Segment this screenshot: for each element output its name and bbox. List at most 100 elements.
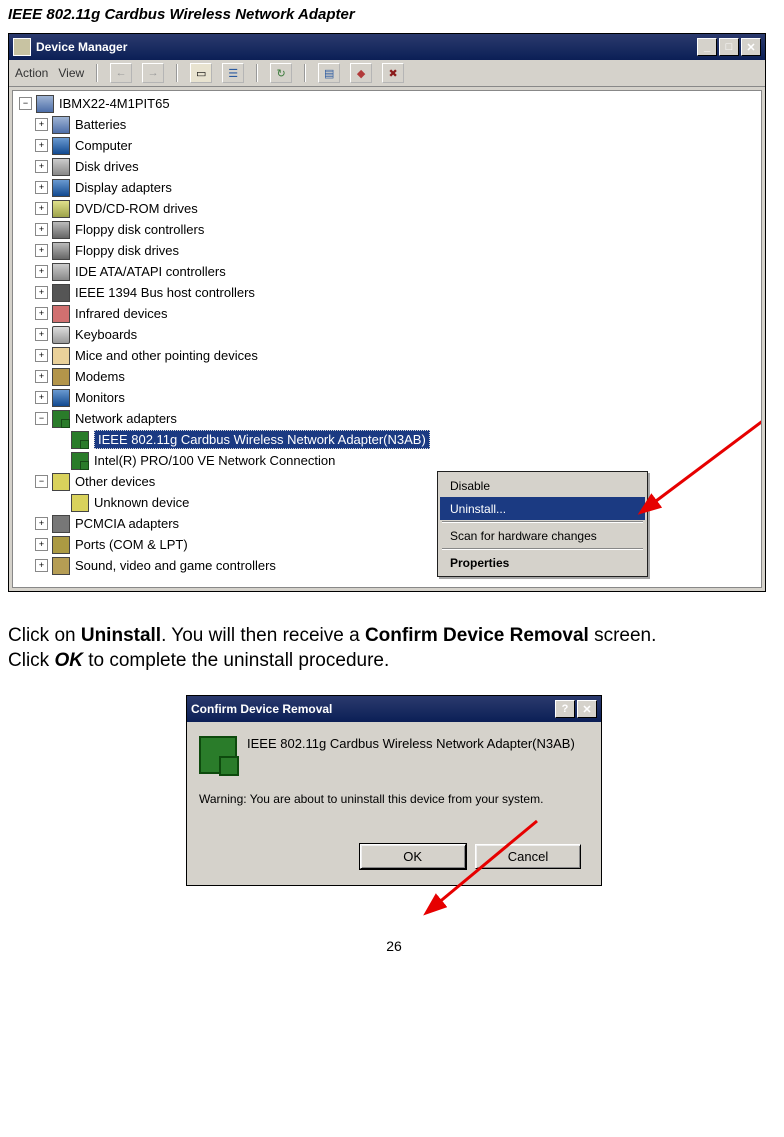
tree-item-network-adapters[interactable]: −Network adapters <box>13 408 761 429</box>
tree-item[interactable]: + Mice and other pointing devices <box>13 345 761 366</box>
expand-icon[interactable]: + <box>35 559 48 572</box>
window-title: Device Manager <box>36 40 127 54</box>
tree-item[interactable]: +Infrared devices <box>13 303 761 324</box>
tree-item-label: Unknown device <box>94 495 189 510</box>
tree-item-label: Mice and other pointing devices <box>75 348 258 363</box>
tree-item[interactable]: + Modems <box>13 366 761 387</box>
toolbar-icon[interactable]: ▭ <box>190 63 212 83</box>
menu-item-uninstall[interactable]: Uninstall... <box>440 497 645 520</box>
tree-item-label: Modems <box>75 369 125 384</box>
nav-back-button[interactable]: ← <box>110 63 132 83</box>
expand-icon[interactable]: + <box>35 244 48 257</box>
mouse-icon <box>52 347 70 365</box>
menu-separator <box>442 548 643 550</box>
toolbar-icon[interactable]: ☰ <box>222 63 244 83</box>
device-name-label: IEEE 802.11g Cardbus Wireless Network Ad… <box>247 736 575 751</box>
collapse-icon[interactable]: − <box>35 412 48 425</box>
close-button[interactable]: ✕ <box>741 38 761 56</box>
unknown-icon <box>71 494 89 512</box>
expand-icon[interactable]: + <box>35 181 48 194</box>
computer-icon <box>36 95 54 113</box>
tree-item-label: Disk drives <box>75 159 139 174</box>
expand-icon[interactable]: + <box>35 202 48 215</box>
ok-button[interactable]: OK <box>360 844 466 869</box>
maximize-button[interactable]: □ <box>719 38 739 56</box>
menu-view[interactable]: View <box>58 66 84 80</box>
expand-icon[interactable]: + <box>35 265 48 278</box>
nav-forward-button[interactable]: → <box>142 63 164 83</box>
tree-item-label: PCMCIA adapters <box>75 516 179 531</box>
expand-icon[interactable]: + <box>35 517 48 530</box>
keyboard-icon <box>52 326 70 344</box>
tree-item[interactable]: Unknown device <box>13 492 761 513</box>
network-icon <box>71 431 89 449</box>
tree-item[interactable]: + Floppy disk drives <box>13 240 761 261</box>
dialog-titlebar: Confirm Device Removal ? ✕ <box>187 696 601 722</box>
tree-item-label: Floppy disk drives <box>75 243 179 258</box>
expand-icon[interactable]: + <box>35 307 48 320</box>
expand-icon[interactable]: + <box>35 286 48 299</box>
menu-separator <box>442 521 643 523</box>
page-number: 26 <box>8 938 780 964</box>
toolbar-icon[interactable]: ✖ <box>382 63 404 83</box>
tree-item[interactable]: + Sound, video and game controllers <box>13 555 761 576</box>
expand-icon[interactable]: + <box>35 118 48 131</box>
tree-item[interactable]: + DVD/CD-ROM drives <box>13 198 761 219</box>
tree-item-label: Sound, video and game controllers <box>75 558 276 573</box>
cancel-button[interactable]: Cancel <box>475 844 581 869</box>
expand-icon[interactable]: + <box>35 349 48 362</box>
menu-item-disable[interactable]: Disable <box>440 474 645 497</box>
tree-item[interactable]: + PCMCIA adapters <box>13 513 761 534</box>
menu-action[interactable]: Action <box>15 66 48 80</box>
floppy-icon <box>52 242 70 260</box>
toolbar-icon[interactable]: ▤ <box>318 63 340 83</box>
document-header: IEEE 802.11g Cardbus Wireless Network Ad… <box>8 6 780 23</box>
tree-item[interactable]: +Batteries <box>13 114 761 135</box>
tree-item[interactable]: Intel(R) PRO/100 VE Network Connection <box>13 450 761 471</box>
expand-icon[interactable]: + <box>35 160 48 173</box>
tree-item-selected-adapter[interactable]: IEEE 802.11g Cardbus Wireless Network Ad… <box>13 429 761 450</box>
monitor-icon <box>52 389 70 407</box>
tree-item[interactable]: +Monitors <box>13 387 761 408</box>
tree-item[interactable]: +Ports (COM & LPT) <box>13 534 761 555</box>
close-button[interactable]: ✕ <box>577 700 597 718</box>
expand-icon[interactable]: + <box>35 391 48 404</box>
expand-icon[interactable]: + <box>35 538 48 551</box>
refresh-button[interactable]: ↻ <box>270 63 292 83</box>
tree-item[interactable]: + Computer <box>13 135 761 156</box>
toolbar-icon[interactable]: ◆ <box>350 63 372 83</box>
expand-icon[interactable]: + <box>35 328 48 341</box>
tree-item[interactable]: +IDE ATA/ATAPI controllers <box>13 261 761 282</box>
minimize-button[interactable]: _ <box>697 38 717 56</box>
tree-item-label: IEEE 1394 Bus host controllers <box>75 285 255 300</box>
tree-item-label: Computer <box>75 138 132 153</box>
menu-item-scan[interactable]: Scan for hardware changes <box>440 524 645 547</box>
tree-item-other-devices[interactable]: −Other devices <box>13 471 761 492</box>
tree-item[interactable]: +Display adapters <box>13 177 761 198</box>
network-adapter-icon <box>199 736 237 774</box>
expand-icon[interactable]: + <box>35 139 48 152</box>
unknown-icon <box>52 473 70 491</box>
tree-item-label: Intel(R) PRO/100 VE Network Connection <box>94 453 335 468</box>
help-button[interactable]: ? <box>555 700 575 718</box>
tree-item[interactable]: + IEEE 1394 Bus host controllers <box>13 282 761 303</box>
modem-icon <box>52 368 70 386</box>
expand-icon[interactable]: + <box>35 370 48 383</box>
network-icon <box>52 410 70 428</box>
collapse-icon[interactable]: − <box>35 475 48 488</box>
tree-item[interactable]: + Floppy disk controllers <box>13 219 761 240</box>
menu-item-properties[interactable]: Properties <box>440 551 645 574</box>
tree-root[interactable]: − IBMX22-4M1PIT65 <box>13 93 761 114</box>
tree-item[interactable]: +Keyboards <box>13 324 761 345</box>
tree-item-label: DVD/CD-ROM drives <box>75 201 198 216</box>
tree-item-label: Floppy disk controllers <box>75 222 204 237</box>
computer-icon <box>52 137 70 155</box>
titlebar: Device Manager _ □ ✕ <box>9 34 765 60</box>
floppy-icon <box>52 221 70 239</box>
tree-item[interactable]: + Disk drives <box>13 156 761 177</box>
infrared-icon <box>52 305 70 323</box>
network-icon <box>71 452 89 470</box>
collapse-icon[interactable]: − <box>19 97 32 110</box>
sound-icon <box>52 557 70 575</box>
expand-icon[interactable]: + <box>35 223 48 236</box>
